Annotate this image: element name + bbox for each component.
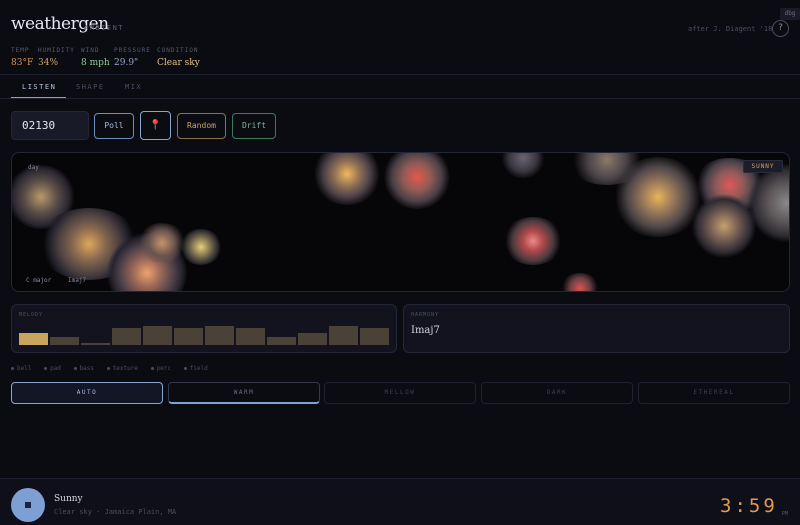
- mode-mellow-button[interactable]: MELLOW: [324, 382, 476, 404]
- condition-badge: SUNNY: [743, 160, 783, 173]
- debug-button[interactable]: dbg: [780, 8, 800, 20]
- now-playing-title: Sunny: [54, 494, 83, 504]
- mode-auto-button[interactable]: AUTO: [11, 382, 163, 404]
- visualizer-blob: [312, 153, 382, 205]
- layer-field[interactable]: field: [183, 365, 208, 372]
- active-tab-indicator: [11, 97, 66, 98]
- time-of-day-label: day: [28, 164, 39, 171]
- stat-value: 29.9": [114, 58, 139, 68]
- stat-pressure: PRESSURE 29.9": [114, 47, 151, 68]
- layer-perc[interactable]: perc: [150, 365, 171, 372]
- zip-input[interactable]: 02130: [11, 111, 89, 140]
- layer-pad[interactable]: pad: [44, 365, 61, 372]
- sound-visualizer: day SUNNY C major Imaj7: [11, 152, 790, 292]
- poll-button[interactable]: Poll: [94, 113, 134, 139]
- melody-step-bar[interactable]: [236, 328, 265, 345]
- mode-warm-button[interactable]: WARM: [168, 382, 320, 404]
- layer-dot-icon: [150, 367, 154, 370]
- melody-step-bar[interactable]: [360, 328, 389, 345]
- stat-humidity: HUMIDITY 34%: [38, 47, 75, 68]
- clock-display: 3:59: [720, 495, 778, 517]
- mode-dark-button[interactable]: DARK: [481, 382, 633, 404]
- layer-label: texture: [112, 365, 138, 372]
- layer-label: pad: [50, 365, 61, 372]
- layer-dot-icon: [11, 367, 14, 370]
- tab-mix[interactable]: MIX: [125, 83, 142, 91]
- layer-legend: bell pad bass texture perc field: [11, 365, 217, 372]
- drift-button[interactable]: Drift: [232, 113, 276, 139]
- melody-step-bar[interactable]: [298, 333, 327, 345]
- visualizer-blob: [612, 157, 704, 237]
- stat-wind: WIND 8 mph: [81, 47, 110, 68]
- melody-step-bar[interactable]: [81, 343, 110, 345]
- layer-dot-icon: [183, 367, 187, 370]
- layer-label: bell: [17, 365, 32, 372]
- stat-label: CONDITION: [157, 47, 199, 54]
- tab-listen[interactable]: LISTEN: [22, 83, 56, 91]
- location-button[interactable]: 📍: [140, 111, 171, 140]
- layer-bass[interactable]: bass: [73, 365, 94, 372]
- layer-dot-icon: [106, 367, 110, 370]
- mode-ethereal-button[interactable]: ETHEREAL: [638, 382, 790, 404]
- stat-label: TEMP: [11, 47, 30, 54]
- harmony-chord: Imaj7: [411, 325, 440, 336]
- stat-condition: CONDITION Clear sky: [157, 47, 200, 68]
- stat-value: Clear sky: [157, 58, 200, 68]
- stat-temp: TEMP 83°F: [11, 47, 33, 68]
- now-playing-bar: Sunny Clear sky · Jamaica Plain, MA 3:59…: [0, 478, 800, 525]
- layer-label: bass: [79, 365, 94, 372]
- stat-value: 8 mph: [81, 58, 110, 68]
- stat-label: HUMIDITY: [38, 47, 75, 54]
- visualizer-blob: [180, 229, 222, 265]
- app-header: weathergen AMBIENT after J. Diagent '18 …: [0, 0, 800, 75]
- visualizer-blob: [500, 153, 546, 178]
- stat-label: PRESSURE: [114, 47, 151, 54]
- layer-label: field: [189, 365, 208, 372]
- random-button[interactable]: Random: [177, 113, 226, 139]
- melody-label: MELODY: [19, 312, 44, 318]
- visualizer-blob: [502, 217, 564, 265]
- visualizer-blob: [382, 153, 452, 209]
- stat-value: 83°F: [11, 58, 34, 68]
- melody-step-bar[interactable]: [19, 333, 48, 345]
- melody-step-bar[interactable]: [329, 326, 358, 345]
- stat-label: WIND: [81, 47, 100, 54]
- layer-texture[interactable]: texture: [106, 365, 138, 372]
- melody-step-bar[interactable]: [112, 328, 141, 345]
- stop-button[interactable]: [11, 488, 45, 522]
- tab-shape[interactable]: SHAPE: [76, 83, 105, 91]
- melody-step-bar[interactable]: [174, 328, 203, 345]
- now-playing-subtitle: Clear sky · Jamaica Plain, MA: [54, 508, 177, 516]
- chord-label: Imaj7: [68, 277, 87, 284]
- key-label: C major: [26, 277, 52, 284]
- tab-bar: LISTEN SHAPE MIX: [0, 76, 800, 99]
- clock-ampm: PM: [782, 511, 789, 517]
- harmony-panel: HARMONY Imaj7: [403, 304, 790, 353]
- stop-icon: [25, 502, 31, 508]
- layer-label: perc: [156, 365, 171, 372]
- location-pin-icon: 📍: [149, 120, 162, 131]
- harmony-label: HARMONY: [411, 312, 440, 318]
- melody-step-bar[interactable]: [267, 337, 296, 345]
- layer-dot-icon: [44, 367, 48, 370]
- app-mode-tag: AMBIENT: [84, 24, 125, 32]
- visualizer-blob: [560, 273, 600, 291]
- melody-step-bar[interactable]: [50, 337, 79, 345]
- melody-step-bar[interactable]: [143, 326, 172, 345]
- credit-text: after J. Diagent '18: [688, 25, 773, 33]
- melody-step-bar[interactable]: [205, 326, 234, 345]
- help-button[interactable]: ?: [772, 20, 789, 37]
- layer-bell[interactable]: bell: [11, 365, 31, 372]
- melody-panel: MELODY: [11, 304, 397, 353]
- stat-value: 34%: [38, 58, 59, 68]
- layer-dot-icon: [73, 367, 77, 370]
